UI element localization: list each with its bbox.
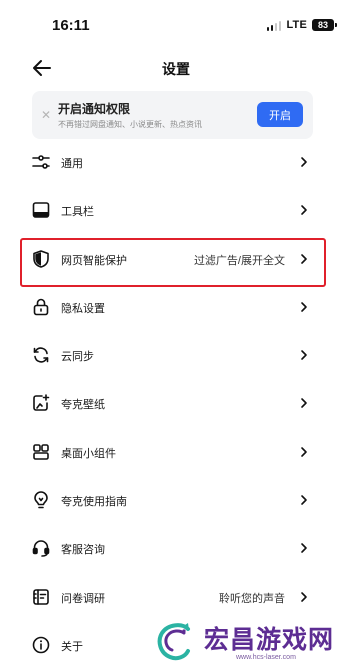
battery-level: 83 (317, 20, 328, 30)
chevron-right-icon (301, 543, 307, 554)
status-indicators: LTE 83 (266, 19, 337, 31)
toolbar-icon (32, 202, 50, 219)
page-title: 设置 (162, 61, 190, 77)
menu-item-guide[interactable]: 夸克使用指南 (0, 477, 352, 525)
menu-item-survey[interactable]: 问卷调研 聆听您的声音 (0, 574, 352, 622)
menu-item-label: 问卷调研 (61, 592, 105, 605)
chevron-right-icon (301, 253, 307, 264)
chevron-right-icon (301, 157, 307, 167)
network-label: LTE (286, 19, 307, 31)
menu-item-label: 桌面小组件 (61, 447, 116, 460)
chevron-right-icon (301, 205, 307, 216)
info-icon (32, 636, 50, 654)
menu-item-value: 聆听您的声音 (219, 592, 285, 605)
survey-icon (33, 588, 49, 605)
dragon-logo-icon (157, 623, 190, 661)
menu-item-toolbar[interactable]: 工具栏 (0, 187, 352, 235)
lightbulb-icon (34, 491, 48, 509)
menu-item-label: 客服咨询 (61, 544, 105, 557)
top-bar: 设置 (0, 48, 352, 88)
menu-item-label: 关于 (61, 640, 83, 653)
sliders-icon (32, 155, 50, 169)
menu-item-label: 云同步 (61, 351, 94, 364)
menu-item-cloud-sync[interactable]: 云同步 (0, 332, 352, 380)
signal-icon (266, 20, 282, 31)
chevron-right-icon (301, 398, 307, 409)
chevron-right-icon (301, 495, 307, 505)
chevron-right-icon (301, 302, 307, 312)
menu-item-label: 隐私设置 (61, 302, 105, 315)
enable-notifications-button[interactable]: 开启 (257, 102, 303, 127)
close-icon[interactable]: ✕ (41, 108, 51, 122)
menu-item-wallpaper[interactable]: 夸克壁纸 (0, 380, 352, 428)
status-bar: 16:11 LTE 83 (0, 0, 352, 48)
settings-menu: 通用 工具栏 网页智能保护 过滤广告/展开全文 隐私设置 云同步 夸克壁纸 桌面… (0, 139, 352, 667)
menu-item-customer-service[interactable]: 客服咨询 (0, 525, 352, 573)
chevron-right-icon (301, 591, 307, 602)
menu-item-widgets[interactable]: 桌面小组件 (0, 429, 352, 477)
headset-icon (32, 540, 50, 558)
menu-item-label: 夸克使用指南 (61, 496, 127, 509)
menu-item-general[interactable]: 通用 (0, 139, 352, 187)
sync-icon (33, 347, 49, 363)
shield-icon (33, 249, 49, 268)
menu-item-value: 过滤广告/展开全文 (193, 254, 285, 267)
menu-item-label: 通用 (61, 158, 83, 170)
site-watermark: 宏昌游戏网 www.hcs-laser.com (146, 616, 352, 667)
menu-item-label: 夸克壁纸 (61, 399, 105, 412)
menu-item-label: 工具栏 (61, 206, 94, 219)
notice-subtitle: 不再错过网盘通知、小说更新、热点资讯 (58, 120, 202, 129)
chevron-right-icon (301, 350, 307, 360)
chevron-right-icon (301, 446, 307, 457)
menu-item-privacy[interactable]: 隐私设置 (0, 284, 352, 332)
notice-title: 开启通知权限 (58, 102, 131, 116)
watermark-text: 宏昌游戏网 (204, 625, 335, 654)
watermark-url: www.hcs-laser.com (236, 654, 296, 661)
wallpaper-icon (33, 394, 50, 412)
menu-item-web-protection[interactable]: 网页智能保护 过滤广告/展开全文 (0, 236, 352, 287)
widgets-icon (33, 443, 49, 460)
battery-icon: 83 (312, 19, 337, 31)
menu-item-label: 网页智能保护 (61, 254, 127, 267)
lock-icon (33, 298, 49, 316)
status-time: 16:11 (52, 17, 90, 34)
notification-banner: ✕ 开启通知权限 不再错过网盘通知、小说更新、热点资讯 开启 (32, 91, 313, 139)
